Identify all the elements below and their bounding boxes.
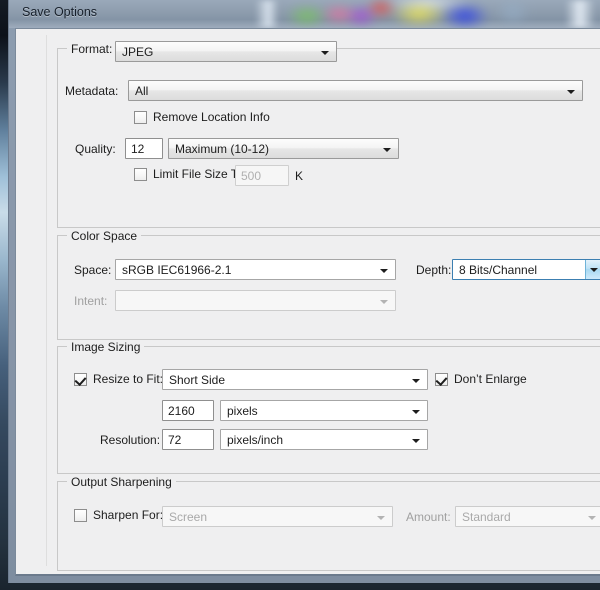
- quality-input[interactable]: 12: [125, 138, 163, 159]
- color-space-group-legend: Color Space: [67, 229, 142, 243]
- resolution-unit-combo[interactable]: pixels/inch: [220, 429, 428, 450]
- size-unit-combo[interactable]: pixels: [220, 400, 428, 421]
- limit-file-size-value: 500: [241, 169, 262, 183]
- format-combo-value: JPEG: [122, 45, 154, 59]
- size-input[interactable]: 2160: [162, 400, 214, 421]
- quality-preset-value: Maximum (10-12): [175, 142, 270, 156]
- depth-combo-value: 8 Bits/Channel: [459, 263, 538, 277]
- chevron-down-icon: [380, 300, 388, 304]
- chevron-down-icon: [567, 90, 575, 94]
- checkbox-box: [134, 110, 147, 124]
- space-combo[interactable]: sRGB IEC61966-2.1: [115, 259, 396, 280]
- remove-location-info-checkbox[interactable]: Remove Location Info: [134, 110, 270, 124]
- chevron-down-icon: [588, 516, 596, 520]
- sharpen-for-label: Sharpen For:: [93, 508, 164, 522]
- quality-preset-combo[interactable]: Maximum (10-12): [168, 138, 399, 159]
- amount-label: Amount:: [406, 510, 451, 524]
- resolution-unit-combo-value: pixels/inch: [227, 433, 284, 447]
- resolution-input[interactable]: 72: [162, 429, 214, 450]
- intent-combo[interactable]: [115, 290, 396, 311]
- checkbox-box: [74, 508, 87, 522]
- limit-file-size-unit: K: [295, 169, 304, 183]
- checkbox-box: [74, 372, 87, 386]
- titlebar-glare-right: [565, 0, 595, 28]
- titlebar-glare-left: [255, 0, 279, 28]
- color-space-group: Color Space: [57, 229, 600, 340]
- resize-to-fit-combo-value: Short Side: [169, 373, 226, 387]
- size-unit-combo-value: pixels: [227, 404, 258, 418]
- resolution-label: Resolution:: [100, 433, 161, 447]
- intent-label: Intent:: [74, 294, 108, 308]
- checkbox-box: [435, 372, 448, 386]
- dont-enlarge-checkbox[interactable]: Don’t Enlarge: [435, 372, 527, 386]
- limit-file-size-label: Limit File Size To:: [153, 167, 247, 181]
- amount-combo[interactable]: Standard: [455, 506, 600, 527]
- image-sizing-group-legend: Image Sizing: [67, 340, 145, 354]
- limit-file-size-checkbox[interactable]: Limit File Size To:: [134, 167, 247, 181]
- quality-label: Quality:: [75, 142, 116, 156]
- chevron-down-icon: [377, 516, 385, 520]
- depth-combo[interactable]: 8 Bits/Channel: [452, 259, 600, 280]
- dont-enlarge-label: Don’t Enlarge: [454, 372, 527, 386]
- space-label: Space:: [74, 263, 112, 277]
- metadata-combo[interactable]: All: [128, 80, 583, 101]
- limit-file-size-input[interactable]: 500: [235, 165, 289, 186]
- resize-to-fit-label: Resize to Fit:: [93, 372, 164, 386]
- amount-combo-value: Standard: [462, 510, 511, 524]
- dialog-client-area: Format: JPEG Metadata: All Remove Locati…: [15, 28, 600, 576]
- panel-divider: [46, 35, 47, 566]
- metadata-combo-value: All: [135, 84, 149, 98]
- chevron-down-icon: [590, 268, 598, 272]
- chevron-down-icon: [412, 439, 420, 443]
- space-combo-value: sRGB IEC61966-2.1: [122, 263, 232, 277]
- metadata-label: Metadata:: [65, 84, 119, 98]
- output-sharpening-group-legend: Output Sharpening: [67, 475, 176, 489]
- sharpen-for-combo[interactable]: Screen: [162, 506, 393, 527]
- resize-to-fit-checkbox[interactable]: Resize to Fit:: [74, 372, 163, 386]
- format-combo[interactable]: JPEG: [115, 41, 337, 62]
- chevron-down-icon: [383, 148, 391, 152]
- format-group-legend: Format:: [67, 42, 117, 56]
- chevron-down-icon: [380, 269, 388, 273]
- remove-location-info-label: Remove Location Info: [153, 110, 270, 124]
- chevron-down-icon: [321, 51, 329, 55]
- sharpen-for-combo-value: Screen: [169, 510, 208, 524]
- titlebar-color-spill: [277, 0, 547, 28]
- chevron-down-icon: [412, 410, 420, 414]
- window-titlebar[interactable]: Save Options: [9, 0, 600, 28]
- chevron-down-icon: [412, 379, 420, 383]
- checkbox-box: [134, 167, 147, 181]
- quality-input-value: 12: [131, 142, 145, 156]
- resize-to-fit-combo[interactable]: Short Side: [162, 369, 428, 390]
- size-input-value: 2160: [168, 404, 195, 418]
- sharpen-for-checkbox[interactable]: Sharpen For:: [74, 508, 163, 522]
- window-title: Save Options: [22, 5, 98, 19]
- resolution-input-value: 72: [168, 433, 182, 447]
- depth-label: Depth:: [416, 263, 452, 277]
- save-options-window: Save Options Format: JPEG Metadata: All …: [8, 0, 600, 583]
